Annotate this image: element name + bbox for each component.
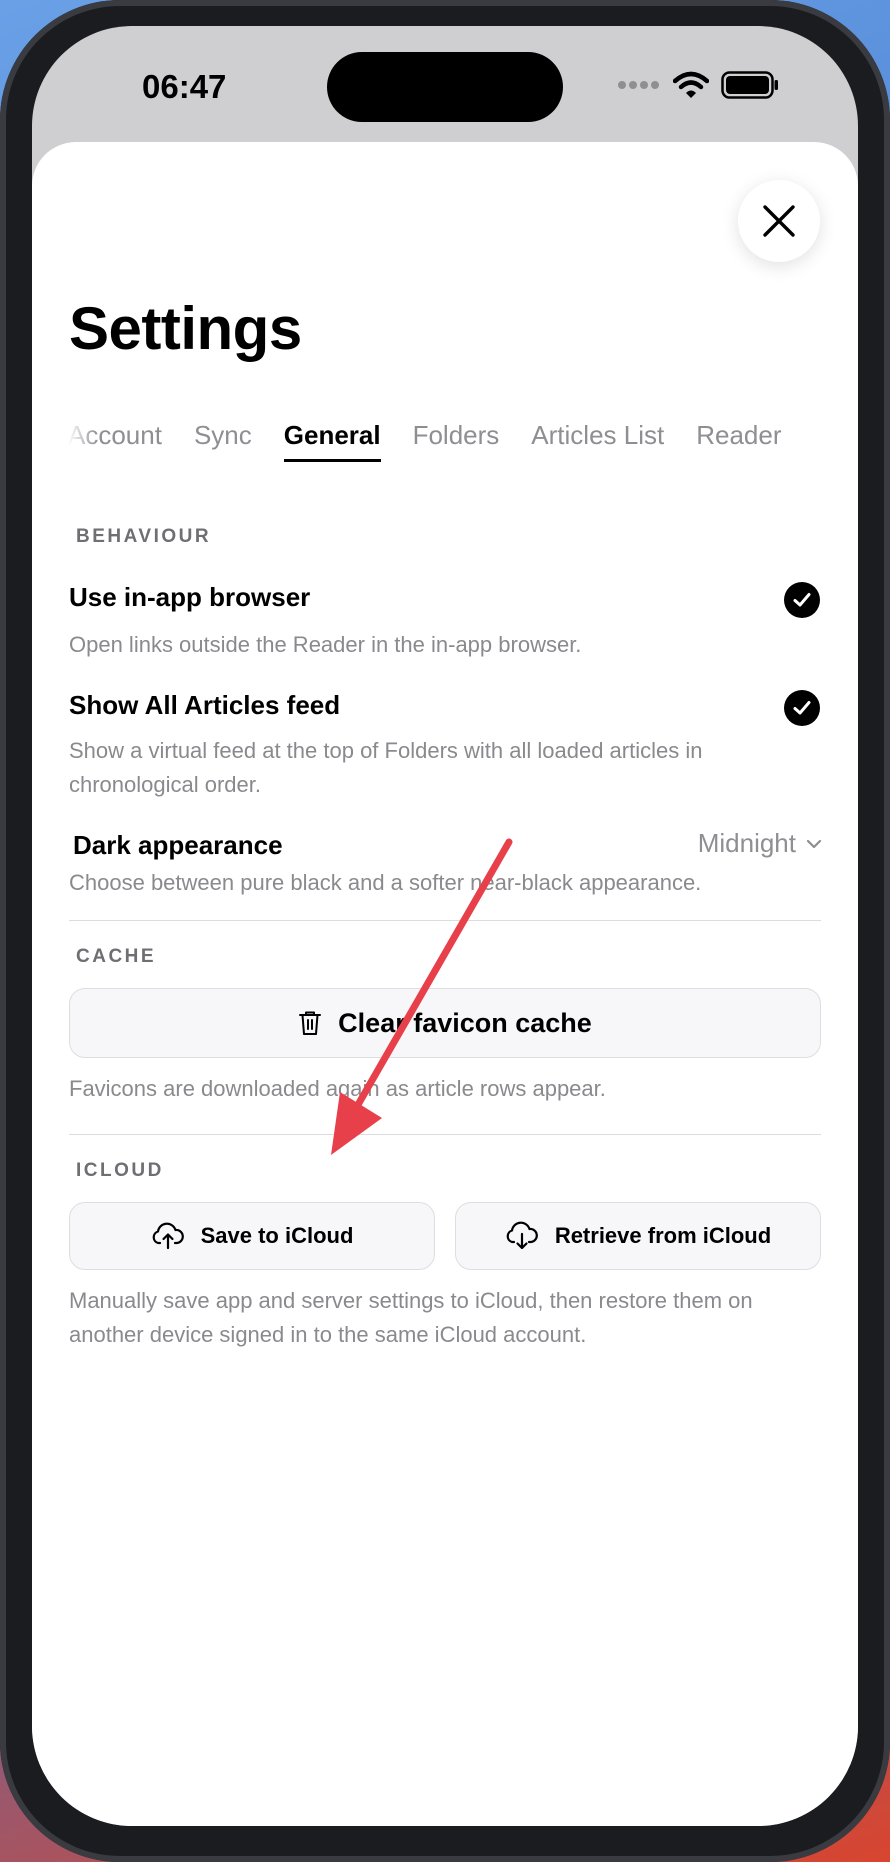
status-icons bbox=[617, 70, 779, 100]
cache-description: Favicons are downloaded again as article… bbox=[69, 1076, 606, 1101]
section-header-cache: CACHE bbox=[76, 946, 157, 967]
tab-general[interactable]: General bbox=[283, 420, 381, 462]
phone-screen: 06:47 Settings Account Sync General Fold… bbox=[32, 26, 858, 1826]
divider bbox=[69, 1134, 821, 1135]
in-app-browser-description: Open links outside the Reader in the in-… bbox=[69, 632, 582, 657]
cloud-upload-icon bbox=[152, 1222, 184, 1250]
save-to-icloud-button[interactable]: Save to iCloud bbox=[69, 1202, 435, 1270]
dynamic-island bbox=[327, 52, 563, 122]
wifi-icon bbox=[673, 71, 709, 98]
clear-favicon-cache-label: Clear favicon cache bbox=[338, 1007, 592, 1038]
trash-icon bbox=[299, 1011, 322, 1035]
checkmark-icon bbox=[793, 593, 811, 607]
status-bar: 06:47 bbox=[32, 26, 858, 146]
battery-icon bbox=[721, 71, 778, 99]
tab-sync[interactable]: Sync bbox=[194, 420, 252, 459]
section-header-icloud: ICLOUD bbox=[76, 1160, 164, 1181]
tab-account[interactable]: Account bbox=[68, 420, 162, 459]
icloud-description: Manually save app and server settings to… bbox=[69, 1288, 753, 1347]
dark-appearance-value: Midnight bbox=[697, 828, 796, 858]
cellular-signal-icon bbox=[618, 81, 659, 89]
in-app-browser-title: Use in-app browser bbox=[69, 582, 311, 612]
settings-tabs: Account Sync General Folders Articles List Re… bbox=[68, 420, 852, 470]
dark-appearance-picker[interactable]: Midnight bbox=[698, 828, 822, 859]
page-title: Settings bbox=[69, 295, 302, 362]
all-articles-checkbox[interactable] bbox=[784, 690, 820, 726]
close-button[interactable] bbox=[738, 180, 820, 262]
checkmark-icon bbox=[793, 701, 811, 715]
retrieve-from-icloud-button[interactable]: Retrieve from iCloud bbox=[455, 1202, 821, 1270]
divider bbox=[69, 920, 821, 921]
all-articles-description: Show a virtual feed at the top of Folder… bbox=[69, 738, 703, 797]
phone-frame: 06:47 Settings Account Sync General Fold… bbox=[0, 0, 890, 1862]
tab-reader[interactable]: Reader bbox=[696, 420, 781, 459]
section-header-behaviour: BEHAVIOUR bbox=[76, 526, 212, 547]
retrieve-from-icloud-label: Retrieve from iCloud bbox=[554, 1223, 772, 1248]
chevron-down-icon bbox=[806, 839, 822, 848]
clear-favicon-cache-button[interactable]: Clear favicon cache bbox=[69, 988, 821, 1058]
dark-appearance-description: Choose between pure black and a softer n… bbox=[69, 870, 702, 895]
all-articles-title: Show All Articles feed bbox=[69, 690, 341, 720]
dark-appearance-title: Dark appearance bbox=[73, 830, 283, 860]
tab-articles-list[interactable]: Articles List bbox=[531, 420, 664, 459]
status-time: 06:47 bbox=[142, 68, 227, 105]
tab-folders[interactable]: Folders bbox=[413, 420, 500, 459]
settings-sheet: Settings Account Sync General Folders Articl… bbox=[32, 142, 858, 1826]
in-app-browser-checkbox[interactable] bbox=[784, 582, 820, 618]
cloud-download-icon bbox=[506, 1221, 538, 1250]
save-to-icloud-label: Save to iCloud bbox=[200, 1223, 354, 1248]
close-icon bbox=[763, 205, 795, 237]
